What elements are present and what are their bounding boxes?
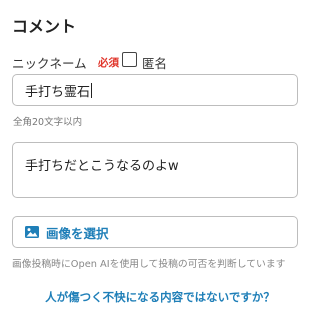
text-caret: [91, 82, 93, 98]
nickname-input[interactable]: 手打ち霊石: [12, 74, 298, 106]
section-title: コメント: [12, 17, 77, 36]
select-image-label: 画像を選択: [46, 225, 109, 241]
nickname-hint: 全角20文字以内: [13, 117, 83, 128]
comment-textarea[interactable]: 手打ちだとこうなるのよw: [12, 142, 298, 198]
image-icon: [25, 226, 39, 238]
content-guideline-link[interactable]: 人が傷つく不快になる内容ではないですか？: [0, 289, 320, 305]
anonymous-label[interactable]: 匿名: [142, 53, 167, 72]
image-moderation-note: 画像投稿時にOpen AIを使用して投稿の可否を判断しています: [12, 259, 286, 270]
nickname-label-row: ニックネーム 必須 匿名: [12, 52, 312, 72]
comment-text: 手打ちだとこうなるのよw: [25, 159, 179, 174]
anonymous-checkbox[interactable]: [122, 52, 137, 67]
required-badge: 必須: [98, 57, 119, 69]
nickname-input-value: 手打ち霊石: [25, 84, 91, 100]
select-image-button[interactable]: 画像を選択: [12, 216, 298, 248]
nickname-label: ニックネーム: [12, 56, 87, 71]
